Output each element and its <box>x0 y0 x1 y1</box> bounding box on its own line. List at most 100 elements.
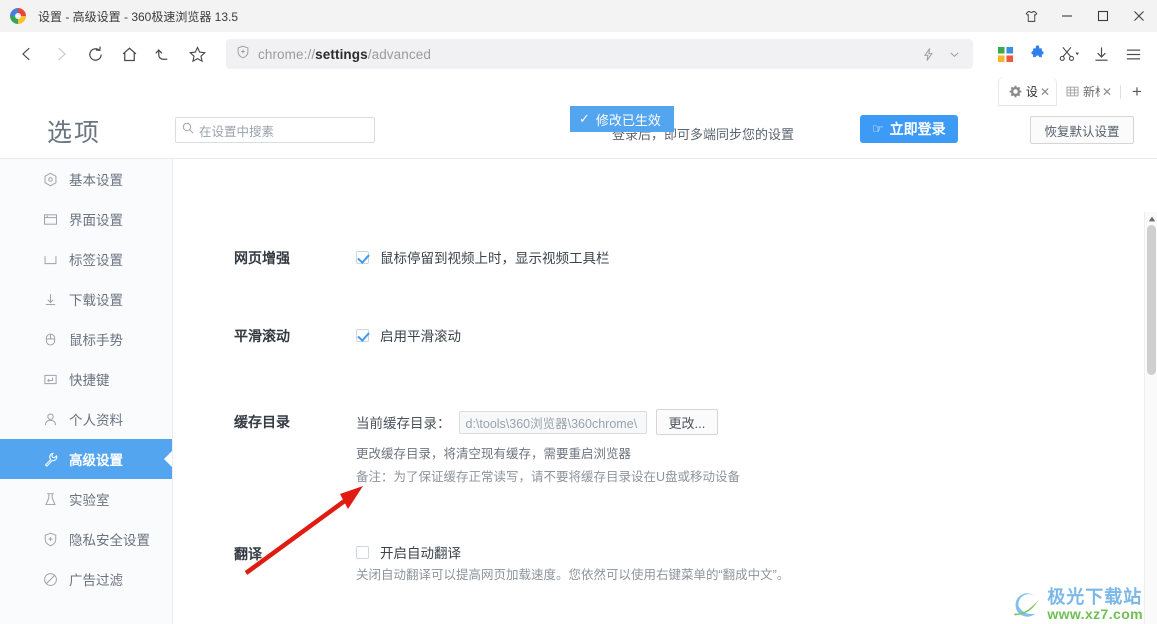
apps-grid-button[interactable] <box>989 38 1021 70</box>
site-security-icon <box>236 45 250 64</box>
smooth-scroll-option-row[interactable]: 启用平滑滚动 <box>356 325 461 345</box>
minimize-button[interactable] <box>1049 0 1085 32</box>
cache-note-1: 更改缓存目录，将清空现有缓存，需要重启浏览器 <box>356 443 631 462</box>
auto-translate-option-row[interactable]: 开启自动翻译 <box>356 542 461 562</box>
settings-sidebar: 基本设置 界面设置 标签设置 下载设置 <box>0 159 173 624</box>
user-icon <box>43 412 60 427</box>
cache-path-row: 当前缓存目录： d:\tools\360浏览器\360chrome\ 更改... <box>356 409 718 435</box>
restore-defaults-button[interactable]: 恢复默认设置 <box>1030 116 1134 144</box>
auto-translate-checkbox[interactable] <box>356 546 369 559</box>
tab-separator <box>1120 85 1121 99</box>
bookmark-button[interactable] <box>180 37 214 71</box>
menu-button[interactable] <box>1117 38 1149 70</box>
cache-note-2: 备注：为了保证缓存正常读写，请不要将缓存目录设在U盘或移动设备 <box>356 466 740 485</box>
sidebar-item-label: 标签设置 <box>69 249 123 269</box>
watermark-text: 极光下载站 www.xz7.com <box>1047 588 1143 622</box>
sidebar-item-adblock[interactable]: 广告过滤 <box>0 559 172 599</box>
sidebar-item-label: 基本设置 <box>69 169 123 189</box>
pointing-hand-icon: ☞ <box>872 121 884 137</box>
toast-text: 修改已生效 <box>596 110 661 129</box>
watermark-line2: www.xz7.com <box>1047 607 1143 622</box>
tab-label: 设 <box>1026 83 1038 100</box>
restore-tab-button[interactable] <box>146 37 180 71</box>
chevron-down-icon[interactable] <box>941 41 967 67</box>
sidebar-item-mouse-gesture[interactable]: 鼠标手势 <box>0 319 172 359</box>
sidebar-item-lab[interactable]: 实验室 <box>0 479 172 519</box>
navigation-toolbar: chrome://settings/advanced <box>0 32 1157 76</box>
home-button[interactable] <box>112 37 146 71</box>
cache-path-input[interactable]: d:\tools\360浏览器\360chrome\ <box>459 411 647 434</box>
maximize-button[interactable] <box>1085 0 1121 32</box>
sidebar-item-privacy[interactable]: 隐私安全设置 <box>0 519 172 559</box>
address-bar[interactable]: chrome://settings/advanced <box>226 39 973 69</box>
browser-window: 设置 - 高级设置 - 360极速浏览器 13.5 <box>0 0 1157 624</box>
video-toolbar-label: 鼠标停留到视频上时，显示视频工具栏 <box>380 247 610 267</box>
video-toolbar-option-row[interactable]: 鼠标停留到视频上时，显示视频工具栏 <box>356 247 610 267</box>
sidebar-item-label: 高级设置 <box>69 449 123 469</box>
sidebar-item-profile[interactable]: 个人资料 <box>0 399 172 439</box>
page-scrollbar[interactable] <box>1144 212 1157 624</box>
login-button[interactable]: ☞ 立即登录 <box>860 115 958 143</box>
close-button[interactable] <box>1121 0 1157 32</box>
new-tab-button[interactable]: + <box>1123 77 1151 106</box>
watermark: 极光下载站 www.xz7.com <box>1010 588 1143 622</box>
tab-newtab[interactable]: 新标 ✕ <box>1056 77 1118 106</box>
sidebar-item-shortcut[interactable]: 快捷键 <box>0 359 172 399</box>
sidebar-item-advanced[interactable]: 高级设置 <box>0 439 172 479</box>
download-icon <box>43 292 60 307</box>
window-title: 设置 - 高级设置 - 360极速浏览器 13.5 <box>38 8 238 25</box>
video-toolbar-checkbox[interactable] <box>356 251 369 264</box>
cache-path-label: 当前缓存目录： <box>356 412 451 432</box>
sidebar-item-label: 隐私安全设置 <box>69 529 150 549</box>
smooth-scroll-label: 启用平滑滚动 <box>380 325 461 345</box>
forward-button[interactable] <box>44 37 78 71</box>
sidebar-item-label: 界面设置 <box>69 209 123 229</box>
keyboard-icon <box>43 372 60 387</box>
scrollbar-thumb[interactable] <box>1147 225 1156 375</box>
speed-boost-icon[interactable] <box>915 41 941 67</box>
address-bar-url: chrome://settings/advanced <box>258 47 431 62</box>
reload-button[interactable] <box>78 37 112 71</box>
watermark-line1: 极光下载站 <box>1047 588 1143 607</box>
section-label: 翻译 <box>234 544 262 564</box>
sidebar-item-download[interactable]: 下载设置 <box>0 279 172 319</box>
shield-icon <box>43 532 60 547</box>
skin-button[interactable] <box>1013 0 1049 32</box>
status-toast: ✓ 修改已生效 <box>570 106 674 132</box>
tab-close-icon[interactable]: ✕ <box>1102 86 1112 98</box>
sidebar-item-basic[interactable]: 基本设置 <box>0 159 172 199</box>
active-indicator-notch <box>164 451 172 467</box>
sidebar-item-tab[interactable]: 标签设置 <box>0 239 172 279</box>
downloads-button[interactable] <box>1085 38 1117 70</box>
sidebar-item-label: 广告过滤 <box>69 569 123 589</box>
auto-translate-note: 关闭自动翻译可以提高网页加载速度。您依然可以使用右键菜单的“翻成中文”。 <box>356 564 789 583</box>
tab-settings[interactable]: 设 ✕ <box>999 77 1056 106</box>
window-icon <box>43 212 60 227</box>
login-button-label: 立即登录 <box>890 119 946 139</box>
change-cache-dir-button[interactable]: 更改... <box>656 409 719 435</box>
watermark-logo-icon <box>1010 590 1042 620</box>
section-label: 缓存目录 <box>234 412 290 432</box>
tab-strip: 设 ✕ 新标 ✕ + <box>0 76 1157 106</box>
search-placeholder: 在设置中搜素 <box>199 121 274 140</box>
sidebar-item-label: 个人资料 <box>69 409 123 429</box>
extensions-button[interactable] <box>1021 38 1053 70</box>
tab-label: 新标 <box>1083 83 1100 100</box>
page-title: 选项 <box>47 113 101 149</box>
smooth-scroll-checkbox[interactable] <box>356 329 369 342</box>
sidebar-item-label: 实验室 <box>69 489 110 509</box>
sidebar-item-interface[interactable]: 界面设置 <box>0 199 172 239</box>
tab-icon <box>43 252 60 267</box>
title-bar: 设置 - 高级设置 - 360极速浏览器 13.5 <box>0 0 1157 32</box>
hexagon-icon <box>43 172 60 187</box>
check-icon: ✓ <box>579 111 590 127</box>
scroll-up-arrow[interactable] <box>1145 212 1157 225</box>
back-button[interactable] <box>10 37 44 71</box>
screenshot-button[interactable] <box>1053 38 1085 70</box>
flask-icon <box>43 492 60 507</box>
sidebar-item-label: 快捷键 <box>69 369 110 389</box>
section-label: 网页增强 <box>234 248 290 268</box>
settings-content: 网页增强 鼠标停留到视频上时，显示视频工具栏 平滑滚动 启用平滑滚动 缓存目录 … <box>174 159 1144 624</box>
search-input[interactable]: 在设置中搜素 <box>175 117 375 143</box>
tab-close-icon[interactable]: ✕ <box>1040 86 1050 98</box>
